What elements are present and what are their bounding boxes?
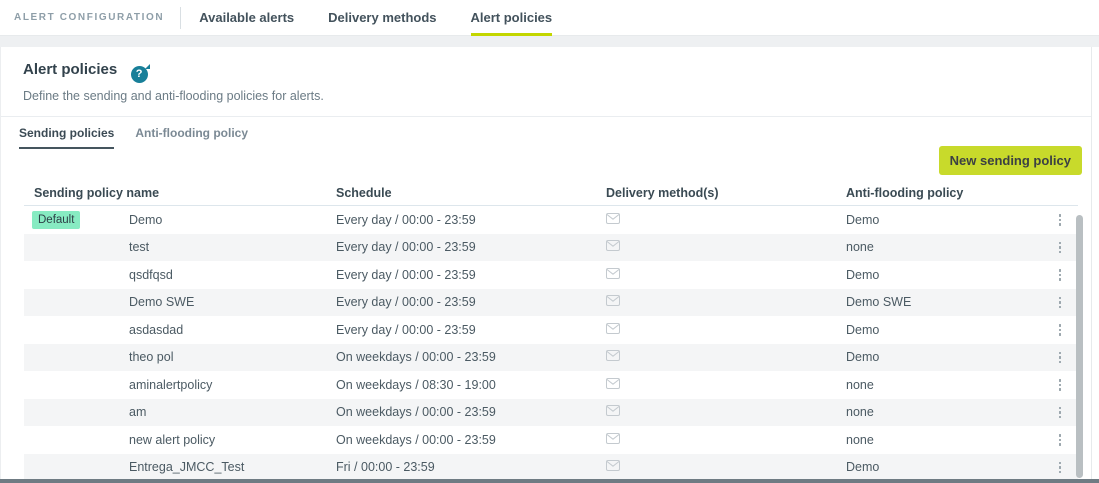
- policy-name: test: [129, 240, 150, 255]
- schedule: On weekdays / 00:00 - 23:59: [336, 405, 496, 420]
- schedule: Every day / 00:00 - 23:59: [336, 212, 476, 227]
- column-header-anti-flooding-policy: Anti-flooding policy: [846, 185, 964, 200]
- topbar-divider: [180, 6, 182, 29]
- anti-flooding-value: Demo: [846, 267, 880, 282]
- email-envelope-icon: [606, 322, 620, 337]
- kebab-menu-icon[interactable]: [1055, 375, 1066, 395]
- column-header-sending-policy-name: Sending policy name: [34, 185, 160, 200]
- alert-policies-panel: Alert policies ? Define the sending and …: [0, 47, 1092, 483]
- table-row[interactable]: qsdfqsd Every day / 00:00 - 23:59 Demo: [24, 261, 1078, 289]
- policy-name: am: [129, 405, 147, 420]
- anti-flooding-value: none: [846, 240, 874, 255]
- table-row[interactable]: theo pol On weekdays / 00:00 - 23:59 Dem…: [24, 343, 1078, 371]
- email-envelope-icon: [606, 295, 620, 309]
- anti-flooding-value: Demo: [846, 460, 880, 475]
- email-envelope-icon: [606, 240, 620, 254]
- kebab-menu-icon[interactable]: [1055, 293, 1066, 313]
- table-row[interactable]: am On weekdays / 00:00 - 23:59 none: [24, 398, 1078, 426]
- policy-name: aminalertpolicy: [129, 377, 213, 392]
- table-row[interactable]: test Every day / 00:00 - 23:59 none: [24, 233, 1078, 261]
- kebab-menu-icon[interactable]: [1055, 210, 1066, 230]
- tab-available-alerts[interactable]: Available alerts: [199, 0, 294, 36]
- anti-flooding-value: Demo: [846, 350, 880, 365]
- email-envelope-icon: [606, 405, 620, 419]
- schedule: On weekdays / 00:00 - 23:59: [336, 350, 496, 365]
- anti-flooding-value: Demo: [846, 322, 880, 337]
- kebab-menu-icon[interactable]: [1055, 348, 1066, 368]
- email-envelope-icon: [606, 432, 620, 447]
- top-navigation-bar: ALERT CONFIGURATION Available alerts Del…: [0, 0, 1099, 36]
- anti-flooding-value: Demo SWE: [846, 295, 912, 310]
- kebab-menu-icon[interactable]: [1055, 238, 1066, 258]
- column-header-delivery-methods: Delivery method(s): [606, 185, 719, 200]
- email-envelope-icon: [606, 267, 620, 282]
- tab-delivery-methods[interactable]: Delivery methods: [328, 0, 436, 36]
- page-title: Alert policies: [23, 61, 118, 78]
- policy-name: qsdfqsd: [129, 267, 173, 282]
- subtab-sending-policies[interactable]: Sending policies: [19, 126, 115, 149]
- anti-flooding-value: none: [846, 432, 874, 447]
- schedule: Every day / 00:00 - 23:59: [336, 240, 476, 255]
- page-background-strip: [0, 36, 1099, 47]
- anti-flooding-value: Demo: [846, 212, 880, 227]
- schedule: Fri / 00:00 - 23:59: [336, 460, 435, 475]
- subtab-anti-flooding-policy[interactable]: Anti-flooding policy: [135, 126, 248, 149]
- kebab-menu-icon[interactable]: [1055, 403, 1066, 423]
- default-badge: Default: [32, 210, 81, 229]
- schedule: Every day / 00:00 - 23:59: [336, 267, 476, 282]
- schedule: On weekdays / 08:30 - 19:00: [336, 377, 496, 392]
- policy-name: new alert policy: [129, 432, 216, 447]
- policy-name: Entrega_JMCC_Test: [129, 460, 245, 475]
- email-envelope-icon: [606, 212, 620, 227]
- policy-name: Demo: [129, 212, 163, 227]
- badge-slot: Default: [32, 210, 129, 229]
- vertical-scrollbar-thumb[interactable]: [1076, 215, 1083, 478]
- schedule: Every day / 00:00 - 23:59: [336, 295, 476, 310]
- email-envelope-icon: [606, 460, 620, 474]
- sending-policies-table: Sending policy name Schedule Delivery me…: [24, 180, 1078, 481]
- table-row[interactable]: new alert policy On weekdays / 00:00 - 2…: [24, 426, 1078, 454]
- policy-name: Demo SWE: [129, 295, 195, 310]
- anti-flooding-value: none: [846, 405, 874, 420]
- table-row[interactable]: Entrega_JMCC_Test Fri / 00:00 - 23:59 De…: [24, 453, 1078, 481]
- table-row[interactable]: Demo SWE Every day / 00:00 - 23:59 Demo …: [24, 288, 1078, 316]
- bottom-edge-bar: [0, 479, 1099, 483]
- table-header-row: Sending policy name Schedule Delivery me…: [24, 180, 1078, 206]
- column-header-schedule: Schedule: [336, 185, 392, 200]
- policy-name: theo pol: [129, 350, 174, 365]
- table-row[interactable]: aminalertpolicy On weekdays / 08:30 - 19…: [24, 371, 1078, 399]
- table-body: Default Demo Every day / 00:00 - 23:59 D…: [24, 206, 1078, 481]
- subtab-bar: Sending policies Anti-flooding policy: [1, 117, 1091, 149]
- page-description: Define the sending and anti-flooding pol…: [23, 89, 324, 103]
- policy-name: asdasdad: [129, 322, 184, 337]
- table-row[interactable]: Default Demo Every day / 00:00 - 23:59 D…: [24, 206, 1078, 234]
- table-row[interactable]: asdasdad Every day / 00:00 - 23:59 Demo: [24, 316, 1078, 344]
- question-mark-circle-icon[interactable]: ?: [130, 66, 148, 83]
- email-envelope-icon: [606, 377, 620, 392]
- kebab-menu-icon[interactable]: [1055, 430, 1066, 450]
- tab-alert-policies[interactable]: Alert policies: [470, 0, 552, 36]
- new-sending-policy-button[interactable]: New sending policy: [938, 146, 1082, 175]
- schedule: On weekdays / 00:00 - 23:59: [336, 432, 496, 447]
- email-envelope-icon: [606, 350, 620, 364]
- kebab-menu-icon[interactable]: [1055, 458, 1066, 478]
- kebab-menu-icon[interactable]: [1055, 320, 1066, 340]
- anti-flooding-value: none: [846, 377, 874, 392]
- kebab-menu-icon[interactable]: [1055, 265, 1066, 285]
- app-title: ALERT CONFIGURATION: [14, 12, 165, 23]
- schedule: Every day / 00:00 - 23:59: [336, 322, 476, 337]
